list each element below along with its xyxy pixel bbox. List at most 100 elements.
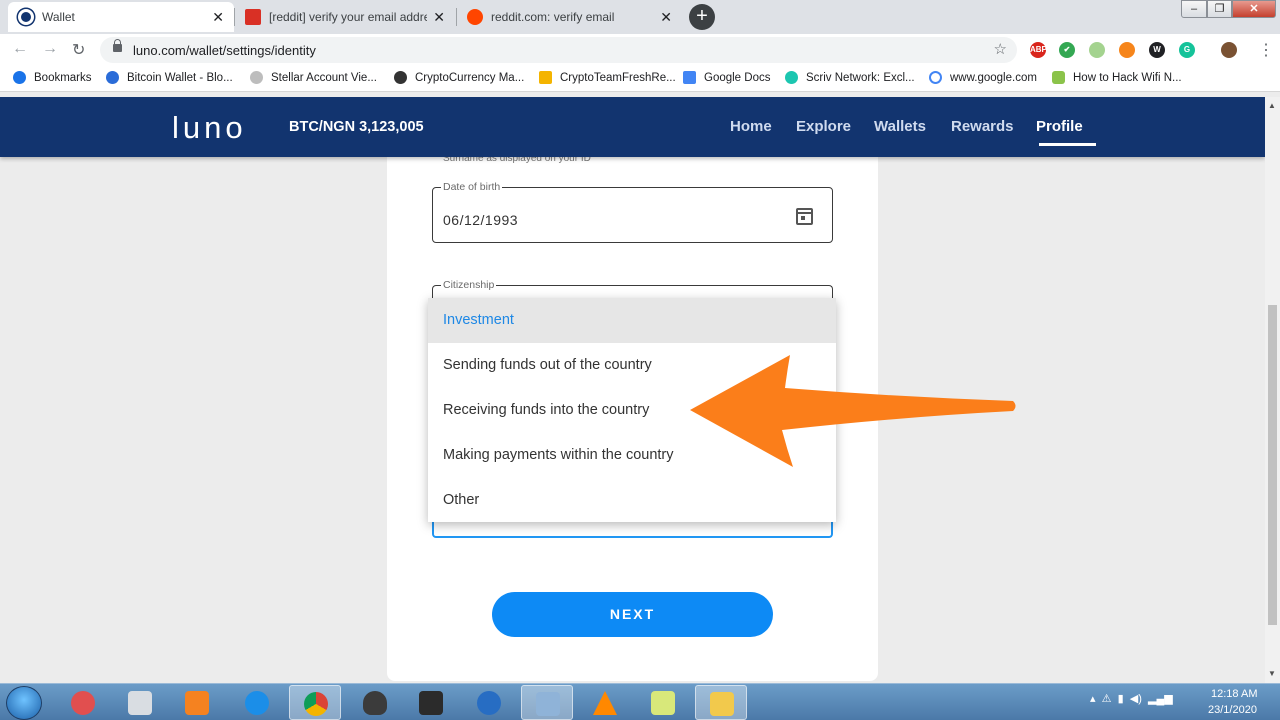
- taskbar-app-active[interactable]: [521, 685, 573, 720]
- option-sending-funds[interactable]: Sending funds out of the country: [428, 343, 836, 388]
- chrome-icon: [304, 692, 328, 716]
- google-docs-icon: [683, 71, 696, 84]
- bookmark-item[interactable]: www.google.com: [929, 71, 1037, 84]
- metamask-icon[interactable]: [1119, 42, 1135, 58]
- lock-icon: [113, 39, 122, 52]
- taskbar-app[interactable]: [349, 685, 401, 720]
- option-other[interactable]: Other: [428, 478, 836, 523]
- nav-wallets[interactable]: Wallets: [874, 118, 926, 135]
- bookmark-item[interactable]: Google Docs: [683, 71, 770, 84]
- bookmark-item[interactable]: Stellar Account Vie...: [250, 71, 377, 84]
- wikiwand-icon[interactable]: W: [1149, 42, 1165, 58]
- star-icon: [13, 71, 26, 84]
- coinmarketcap-icon: [394, 71, 407, 84]
- system-tray[interactable]: ▴ ⚠ ▮ ◀) ▂▄▆: [1090, 692, 1173, 705]
- nav-profile[interactable]: Profile: [1036, 118, 1083, 135]
- google-icon: [929, 71, 942, 84]
- nav-rewards[interactable]: Rewards: [951, 118, 1014, 135]
- luno-logo[interactable]: LUNO: [172, 110, 247, 146]
- nav-explore[interactable]: Explore: [796, 118, 851, 135]
- file-explorer-icon: [710, 692, 734, 716]
- tab-wallet[interactable]: Wallet ✕: [8, 2, 234, 32]
- taskbar-app[interactable]: [57, 685, 109, 720]
- purpose-dropdown-menu: Investment Sending funds out of the coun…: [428, 298, 836, 522]
- bookmarks-bar: Bookmarks Bitcoin Wallet - Blo... Stella…: [0, 64, 1280, 92]
- address-bar[interactable]: luno.com/wallet/settings/identity ☆: [100, 37, 1017, 63]
- option-investment[interactable]: Investment: [428, 298, 836, 343]
- start-button[interactable]: [6, 686, 42, 720]
- taskbar-app[interactable]: [231, 685, 283, 720]
- tab-reddit-verify[interactable]: reddit.com: verify email ✕: [457, 2, 682, 32]
- scissors-icon: [71, 691, 95, 715]
- windows-taskbar: ▴ ⚠ ▮ ◀) ▂▄▆ 12:18 AM 23/1/2020: [0, 683, 1280, 720]
- menu-icon[interactable]: ⋮: [1258, 40, 1274, 60]
- btc-ngn-ticker: BTC/NGN 3,123,005: [289, 119, 424, 135]
- adblock-icon[interactable]: ABP: [1030, 42, 1047, 58]
- vlc-icon: [593, 691, 617, 715]
- tab-title: reddit.com: verify email: [491, 10, 615, 24]
- paint-icon: [536, 692, 560, 716]
- bookmark-item[interactable]: Bookmarks: [13, 71, 92, 84]
- new-tab-button[interactable]: +: [689, 4, 715, 30]
- media-player-icon: [185, 691, 209, 715]
- scroll-down-icon[interactable]: ▼: [1268, 669, 1276, 678]
- taskbar-app-active[interactable]: [289, 685, 341, 720]
- taskbar-app[interactable]: [579, 685, 631, 720]
- gmail-icon: [245, 9, 261, 25]
- luno-header: LUNO BTC/NGN 3,123,005 Home Explore Wall…: [0, 97, 1265, 157]
- browser-toolbar: ← → ↻ luno.com/wallet/settings/identity …: [0, 34, 1280, 64]
- close-window-button[interactable]: ✕: [1232, 0, 1276, 18]
- tab-reddit-email[interactable]: [reddit] verify your email address ✕: [235, 2, 455, 32]
- clock-time[interactable]: 12:18 AM: [1211, 688, 1257, 700]
- next-button[interactable]: NEXT: [492, 592, 773, 637]
- calculator-icon: [128, 691, 152, 715]
- date-of-birth-value: 06/12/1993: [443, 212, 519, 228]
- bookmark-item[interactable]: Bitcoin Wallet - Blo...: [106, 71, 233, 84]
- date-of-birth-field[interactable]: Date of birth 06/12/1993: [432, 181, 833, 243]
- android-icon: [1052, 71, 1065, 84]
- citizenship-label: Citizenship: [441, 279, 497, 291]
- notes-icon: [651, 691, 675, 715]
- maximize-button[interactable]: ❐: [1207, 0, 1232, 18]
- bookmark-item[interactable]: Scriv Network: Excl...: [785, 71, 915, 84]
- forward-icon[interactable]: →: [42, 40, 58, 58]
- stellar-icon: [250, 71, 263, 84]
- bookmark-item[interactable]: How to Hack Wifi N...: [1052, 71, 1182, 84]
- taskbar-app[interactable]: [114, 685, 166, 720]
- calendar-icon[interactable]: [796, 208, 813, 225]
- taskbar-app-active[interactable]: [695, 685, 747, 720]
- option-making-payments[interactable]: Making payments within the country: [428, 433, 836, 478]
- page-viewport: LUNO BTC/NGN 3,123,005 Home Explore Wall…: [0, 97, 1265, 683]
- taskbar-app[interactable]: [405, 685, 457, 720]
- bookmark-item[interactable]: CryptoTeamFreshRe...: [539, 71, 676, 84]
- option-receiving-funds[interactable]: Receiving funds into the country: [428, 388, 836, 433]
- inkscape-icon: [363, 691, 387, 715]
- bookmark-item[interactable]: CryptoCurrency Ma...: [394, 71, 524, 84]
- minimize-button[interactable]: –: [1181, 0, 1207, 18]
- clock-date[interactable]: 23/1/2020: [1208, 704, 1257, 716]
- puzzle-extension-icon[interactable]: [1089, 42, 1105, 58]
- close-tab-icon[interactable]: ✕: [433, 9, 445, 26]
- back-icon[interactable]: ←: [12, 40, 28, 58]
- date-of-birth-label: Date of birth: [441, 181, 503, 193]
- nav-home[interactable]: Home: [730, 118, 772, 135]
- luno-icon: [18, 9, 34, 25]
- bitcoin-wallet-icon: [106, 71, 119, 84]
- active-nav-indicator: [1039, 143, 1096, 146]
- grammarly-icon[interactable]: G: [1179, 42, 1195, 58]
- scroll-up-icon[interactable]: ▲: [1268, 101, 1276, 110]
- avatar[interactable]: [1221, 42, 1237, 58]
- internet-explorer-icon: [245, 691, 269, 715]
- tab-strip: Wallet ✕ [reddit] verify your email addr…: [0, 0, 1280, 34]
- close-tab-icon[interactable]: ✕: [660, 9, 672, 26]
- tab-title: [reddit] verify your email address: [269, 10, 428, 24]
- bookmark-star-icon[interactable]: ☆: [994, 40, 1007, 58]
- taskbar-app[interactable]: [637, 685, 689, 720]
- taskbar-app[interactable]: [463, 685, 515, 720]
- scroll-thumb[interactable]: [1268, 305, 1277, 625]
- close-tab-icon[interactable]: ✕: [212, 9, 224, 26]
- taskbar-app[interactable]: [171, 685, 223, 720]
- check-extension-icon[interactable]: ✔: [1059, 42, 1075, 58]
- page-scrollbar[interactable]: ▲ ▼: [1265, 97, 1280, 683]
- reload-icon[interactable]: ↻: [72, 40, 85, 60]
